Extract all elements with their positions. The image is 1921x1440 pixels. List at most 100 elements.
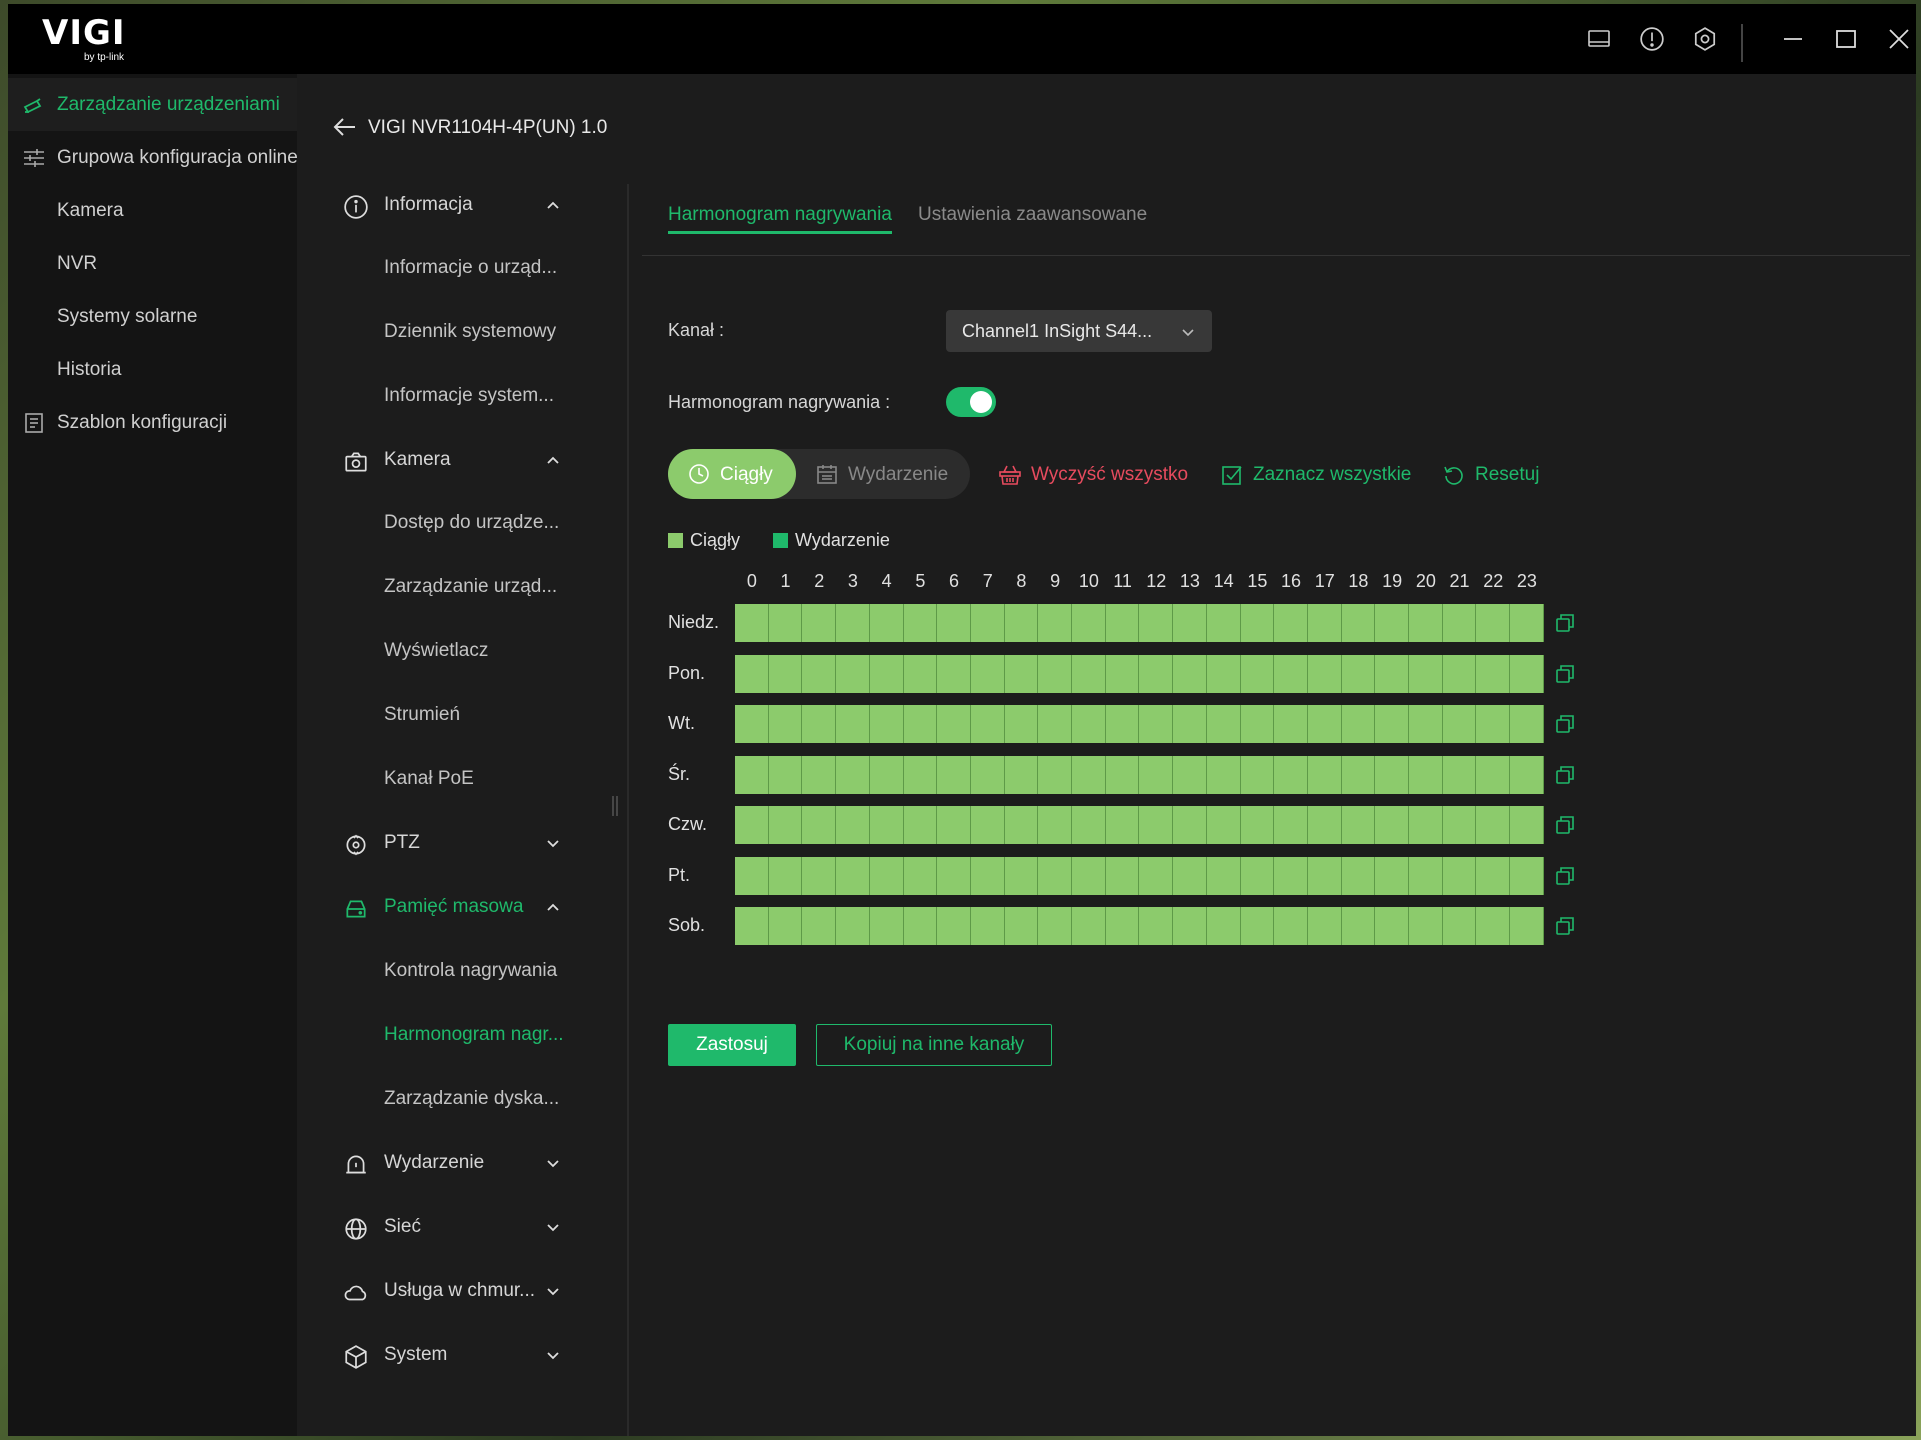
hour-cell[interactable] xyxy=(1105,806,1140,844)
copy-day-icon[interactable] xyxy=(1554,663,1576,685)
nav-sub-poe[interactable]: Kanał PoE xyxy=(343,748,583,811)
hour-cell[interactable] xyxy=(1038,705,1073,743)
hour-cell[interactable] xyxy=(768,806,803,844)
hour-cell[interactable] xyxy=(1072,856,1106,895)
hour-cell[interactable] xyxy=(1139,907,1174,945)
hour-cell[interactable] xyxy=(1307,604,1342,642)
hour-cell[interactable] xyxy=(836,907,870,945)
hour-cell[interactable] xyxy=(1510,806,1544,844)
hour-cell[interactable] xyxy=(735,755,769,794)
hour-cell[interactable] xyxy=(1375,705,1410,743)
hour-cell[interactable] xyxy=(768,654,803,693)
hour-cell[interactable] xyxy=(1105,907,1140,945)
hour-cell[interactable] xyxy=(735,654,769,693)
hour-cell[interactable] xyxy=(1274,806,1308,844)
hour-cell[interactable] xyxy=(903,604,938,642)
channel-select[interactable]: Channel1 InSight S44... xyxy=(946,310,1212,352)
hour-cell[interactable] xyxy=(1240,856,1275,895)
hour-cell[interactable] xyxy=(970,604,1005,642)
hour-cell[interactable] xyxy=(1375,856,1410,895)
hour-cell[interactable] xyxy=(869,654,904,693)
hour-cell[interactable] xyxy=(937,806,971,844)
hour-cell[interactable] xyxy=(1442,705,1477,743)
hour-cell[interactable] xyxy=(1240,654,1275,693)
hour-cell[interactable] xyxy=(970,705,1005,743)
hour-cell[interactable] xyxy=(937,604,971,642)
nav-sub-device-access[interactable]: Dostęp do urządze... xyxy=(343,492,583,555)
hour-cell[interactable] xyxy=(937,856,971,895)
nav-sub-system-info[interactable]: Informacje system... xyxy=(343,365,583,428)
nav-system[interactable]: System xyxy=(343,1324,583,1387)
hour-cell[interactable] xyxy=(1476,907,1511,945)
settings-icon[interactable] xyxy=(1688,22,1722,56)
hour-cell[interactable] xyxy=(1476,856,1511,895)
mode-continuous-button[interactable]: Ciągły xyxy=(668,449,796,499)
hour-cell[interactable] xyxy=(1341,806,1376,844)
hour-cell[interactable] xyxy=(1240,705,1275,743)
nav-sub-disk-management[interactable]: Zarządzanie dyska... xyxy=(343,1068,583,1131)
hour-cell[interactable] xyxy=(1307,755,1342,794)
hour-cell[interactable] xyxy=(1004,907,1039,945)
hour-cell[interactable] xyxy=(1341,654,1376,693)
sidebar-item-kamera[interactable]: Kamera xyxy=(8,184,297,237)
hour-cell[interactable] xyxy=(1004,806,1039,844)
hour-cell[interactable] xyxy=(1038,907,1073,945)
hour-cell[interactable] xyxy=(1274,755,1308,794)
hour-cell[interactable] xyxy=(1375,654,1410,693)
screen-icon[interactable] xyxy=(1582,22,1616,56)
hour-cell[interactable] xyxy=(869,755,904,794)
hour-cell[interactable] xyxy=(836,654,870,693)
nav-chmura[interactable]: Usługa w chmur... xyxy=(343,1260,583,1323)
hour-cell[interactable] xyxy=(1173,856,1207,895)
hour-cell[interactable] xyxy=(1476,604,1511,642)
hour-cell[interactable] xyxy=(1341,755,1376,794)
hour-cell[interactable] xyxy=(1307,806,1342,844)
hour-cell[interactable] xyxy=(1004,654,1039,693)
copy-day-icon[interactable] xyxy=(1554,764,1576,786)
hour-cell[interactable] xyxy=(1375,755,1410,794)
hour-cell[interactable] xyxy=(1173,654,1207,693)
hour-cell[interactable] xyxy=(1105,755,1140,794)
hour-cell[interactable] xyxy=(903,907,938,945)
hour-cell[interactable] xyxy=(1206,705,1241,743)
hour-cell[interactable] xyxy=(869,806,904,844)
hour-cell[interactable] xyxy=(1274,907,1308,945)
hour-cell[interactable] xyxy=(869,604,904,642)
hour-cell[interactable] xyxy=(1476,654,1511,693)
nav-sub-system-log[interactable]: Dziennik systemowy xyxy=(343,301,583,364)
hour-cell[interactable] xyxy=(869,856,904,895)
mode-event-button[interactable]: Wydarzenie xyxy=(816,449,966,499)
hour-cell[interactable] xyxy=(1510,654,1544,693)
hour-cell[interactable] xyxy=(937,755,971,794)
hour-cell[interactable] xyxy=(1442,806,1477,844)
copy-day-icon[interactable] xyxy=(1554,713,1576,735)
tab-record-schedule[interactable]: Harmonogram nagrywania xyxy=(668,204,892,226)
hour-cell[interactable] xyxy=(1139,856,1174,895)
apply-button[interactable]: Zastosuj xyxy=(668,1024,796,1066)
nav-wydarzenie[interactable]: Wydarzenie xyxy=(343,1132,583,1195)
hour-cell[interactable] xyxy=(802,755,837,794)
hour-cell[interactable] xyxy=(1072,755,1106,794)
hour-cell[interactable] xyxy=(1442,654,1477,693)
hour-cell[interactable] xyxy=(768,705,803,743)
hour-cell[interactable] xyxy=(1139,604,1174,642)
hour-cell[interactable] xyxy=(1072,604,1106,642)
nav-ptz[interactable]: PTZ xyxy=(343,812,583,875)
hour-cell[interactable] xyxy=(1274,856,1308,895)
hour-cell[interactable] xyxy=(1476,705,1511,743)
hour-cell[interactable] xyxy=(1038,654,1073,693)
hour-cell[interactable] xyxy=(802,907,837,945)
hour-cell[interactable] xyxy=(836,705,870,743)
sidebar-item-nvr[interactable]: NVR xyxy=(8,237,297,290)
hour-cell[interactable] xyxy=(1173,907,1207,945)
sidebar-item-device-management[interactable]: Zarządzanie urządzeniami xyxy=(8,78,297,131)
hour-cell[interactable] xyxy=(1510,907,1544,945)
hour-cell[interactable] xyxy=(735,907,769,945)
hour-cell[interactable] xyxy=(1173,755,1207,794)
nav-pamiec-masowa[interactable]: Pamięć masowa xyxy=(343,876,583,939)
maximize-icon[interactable] xyxy=(1829,22,1863,56)
nav-sub-stream[interactable]: Strumień xyxy=(343,684,583,747)
hour-cell[interactable] xyxy=(1476,806,1511,844)
hour-cell[interactable] xyxy=(1307,907,1342,945)
hour-cell[interactable] xyxy=(1004,604,1039,642)
